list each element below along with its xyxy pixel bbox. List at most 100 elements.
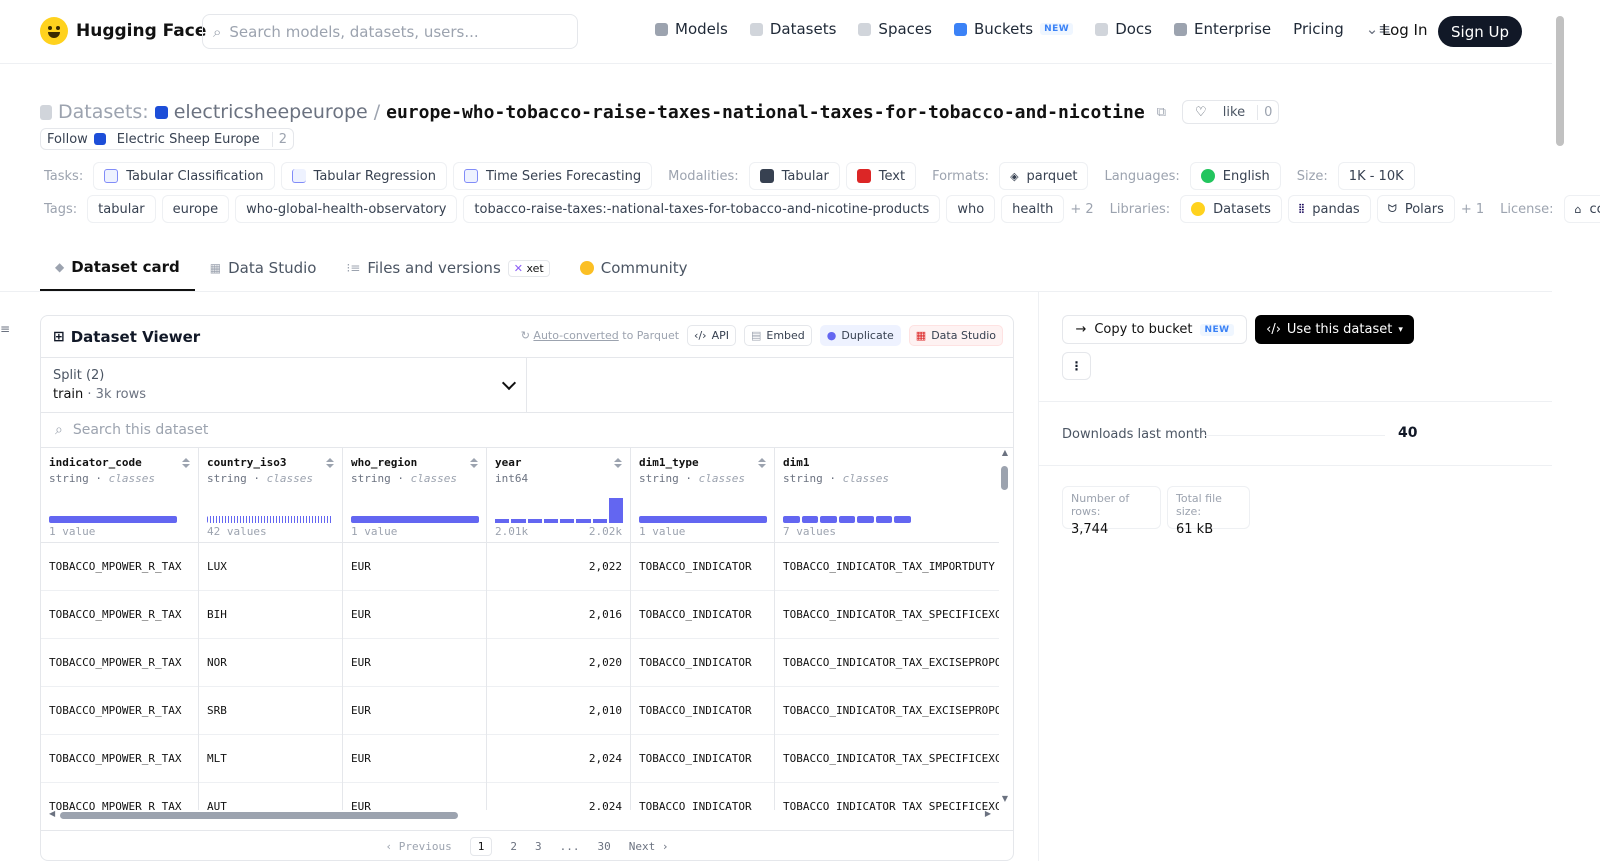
auto-converted-link[interactable]: Auto-converted: [533, 329, 618, 342]
library-datasets[interactable]: Datasets: [1180, 195, 1282, 223]
tag-item[interactable]: who-global-health-observatory: [235, 195, 458, 223]
column-header[interactable]: country_iso3 string · classes 42 values: [199, 448, 342, 543]
table-cell[interactable]: AUT: [199, 783, 342, 810]
tag-item[interactable]: europe: [161, 195, 230, 223]
histogram-bin[interactable]: [495, 519, 510, 523]
table-cell[interactable]: 2,010: [487, 687, 630, 735]
nav-docs[interactable]: Docs: [1095, 20, 1152, 38]
task-tabular-classification[interactable]: Tabular Classification: [93, 162, 275, 190]
page-button[interactable]: 2: [510, 840, 517, 853]
page-scrollbar[interactable]: [1552, 0, 1568, 861]
table-cell[interactable]: EUR: [343, 639, 486, 687]
dataset-owner-link[interactable]: electricsheepeurope: [174, 101, 368, 123]
table-cell[interactable]: TOBACCO_INDICATOR_TAX_SPECIFICEXCISE: [775, 591, 999, 639]
next-page-button[interactable]: Next ›: [629, 840, 669, 853]
histogram-bin[interactable]: [801, 516, 819, 523]
sort-icon[interactable]: [182, 458, 190, 468]
page-scroll-thumb[interactable]: [1556, 16, 1564, 146]
previous-page-button[interactable]: ‹ Previous: [386, 840, 452, 853]
dataset-name-link[interactable]: europe-who-tobacco-raise-taxes-national-…: [386, 102, 1145, 123]
column-header[interactable]: indicator_code string · classes 1 value: [41, 448, 198, 543]
library-polars[interactable]: ᗢ Polars: [1376, 195, 1455, 223]
nav-pricing[interactable]: Pricing: [1293, 20, 1344, 38]
libraries-more[interactable]: + 1: [1461, 202, 1484, 217]
table-cell[interactable]: EUR: [343, 735, 486, 783]
table-cell[interactable]: TOBACCO_MPOWER_R_TAX: [41, 735, 198, 783]
tab-files-and-versions[interactable]: ⁝≡ Files and versions ✕ xet: [331, 248, 564, 291]
table-cell[interactable]: MLT: [199, 735, 342, 783]
sort-icon[interactable]: [326, 458, 334, 468]
login-link[interactable]: Log In: [1382, 21, 1428, 39]
table-cell[interactable]: TOBACCO_MPOWER_R_TAX: [41, 543, 198, 591]
sidebar-toggle-icon[interactable]: ≡: [0, 322, 10, 336]
column-header[interactable]: who_region string · classes 1 value: [343, 448, 486, 543]
tab-dataset-card[interactable]: ◆ Dataset card: [40, 248, 195, 291]
table-cell[interactable]: TOBACCO_INDICATOR_TAX_EXCISEPROPORTIONAL: [775, 687, 999, 735]
scroll-thumb[interactable]: [1001, 466, 1008, 490]
language-english[interactable]: English: [1189, 162, 1281, 190]
histogram-bin[interactable]: [857, 516, 874, 523]
task-time-series-forecasting[interactable]: Time Series Forecasting: [452, 162, 653, 190]
table-cell[interactable]: BIH: [199, 591, 342, 639]
embed-button[interactable]: ▤ Embed: [743, 325, 812, 346]
table-cell[interactable]: NOR: [199, 639, 342, 687]
histogram-bin[interactable]: [543, 519, 558, 523]
dataset-search-input[interactable]: [72, 422, 473, 438]
like-button[interactable]: ♡ like 0: [1182, 100, 1280, 124]
tags-more[interactable]: + 2: [1070, 202, 1093, 217]
histogram-bar[interactable]: [639, 516, 767, 523]
table-cell[interactable]: TOBACCO_MPOWER_R_TAX: [41, 639, 198, 687]
table-cell[interactable]: TOBACCO_INDICATOR: [631, 639, 774, 687]
table-cell[interactable]: TOBACCO_MPOWER_R_TAX: [41, 783, 198, 810]
table-cell[interactable]: TOBACCO_INDICATOR_TAX_IMPORTDUTY: [775, 543, 999, 591]
search-input[interactable]: [229, 22, 550, 41]
nav-enterprise[interactable]: Enterprise: [1173, 20, 1271, 38]
histogram-bar[interactable]: [207, 516, 333, 523]
table-vertical-scrollbar[interactable]: ▲ ▼: [1000, 448, 1010, 803]
nav-spaces[interactable]: Spaces: [858, 20, 932, 38]
table-cell[interactable]: TOBACCO_INDICATOR: [631, 687, 774, 735]
tab-data-studio[interactable]: ▦ Data Studio: [195, 248, 332, 291]
table-cell[interactable]: EUR: [343, 783, 486, 810]
table-cell[interactable]: TOBACCO_INDICATOR: [631, 783, 774, 810]
page-button[interactable]: 1: [469, 837, 493, 856]
split-selector[interactable]: Split (2) train · 3k rows: [41, 357, 527, 412]
scroll-up-icon[interactable]: ▲: [1000, 448, 1010, 457]
signup-button[interactable]: Sign Up: [1438, 16, 1522, 47]
column-header[interactable]: dim1_type string · classes 1 value: [631, 448, 774, 543]
tag-item[interactable]: who: [946, 195, 996, 223]
duplicate-button[interactable]: ● Duplicate: [819, 325, 901, 346]
table-cell[interactable]: LUX: [199, 543, 342, 591]
follow-button[interactable]: Follow Electric Sheep Europe 2: [40, 128, 294, 150]
nav-datasets[interactable]: Datasets: [749, 20, 836, 38]
task-tabular-regression[interactable]: Tabular Regression: [280, 162, 447, 190]
use-this-dataset-button[interactable]: ‹/› Use this dataset ▾: [1255, 315, 1414, 344]
license-tag[interactable]: ⌂ cc-by-4.0: [1563, 195, 1600, 223]
page-button[interactable]: 3: [535, 840, 542, 853]
histogram-bin[interactable]: [894, 516, 912, 523]
table-cell[interactable]: 2,020: [487, 639, 630, 687]
more-options-button[interactable]: ⋮: [1062, 352, 1091, 380]
table-cell[interactable]: EUR: [343, 543, 486, 591]
table-cell[interactable]: 2,016: [487, 591, 630, 639]
nav-buckets[interactable]: Buckets NEW: [953, 20, 1074, 38]
page-button[interactable]: 30: [597, 840, 610, 853]
histogram-bin[interactable]: [576, 519, 591, 523]
table-cell[interactable]: TOBACCO_INDICATOR_TAX_EXCISEPROPORTIONAL: [775, 639, 999, 687]
scroll-thumb[interactable]: [60, 812, 458, 819]
histogram-bar[interactable]: [49, 516, 177, 523]
logo-link[interactable]: Hugging Face: [40, 17, 206, 45]
histogram-bin[interactable]: [560, 519, 575, 523]
histogram-bin[interactable]: [783, 516, 800, 523]
table-cell[interactable]: TOBACCO_MPOWER_R_TAX: [41, 687, 198, 735]
copy-icon[interactable]: ⧉: [1157, 105, 1166, 120]
sort-icon[interactable]: [470, 458, 478, 468]
table-cell[interactable]: TOBACCO_MPOWER_R_TAX: [41, 591, 198, 639]
table-cell[interactable]: TOBACCO_INDICATOR_TAX_SPECIFICEXCISE: [775, 783, 999, 810]
nav-models[interactable]: Models: [655, 20, 728, 38]
sort-icon[interactable]: [758, 458, 766, 468]
tab-community[interactable]: Community: [565, 248, 703, 291]
sort-icon[interactable]: [614, 458, 622, 468]
format-parquet[interactable]: ◈ parquet: [999, 162, 1089, 190]
table-cell[interactable]: TOBACCO_INDICATOR: [631, 735, 774, 783]
